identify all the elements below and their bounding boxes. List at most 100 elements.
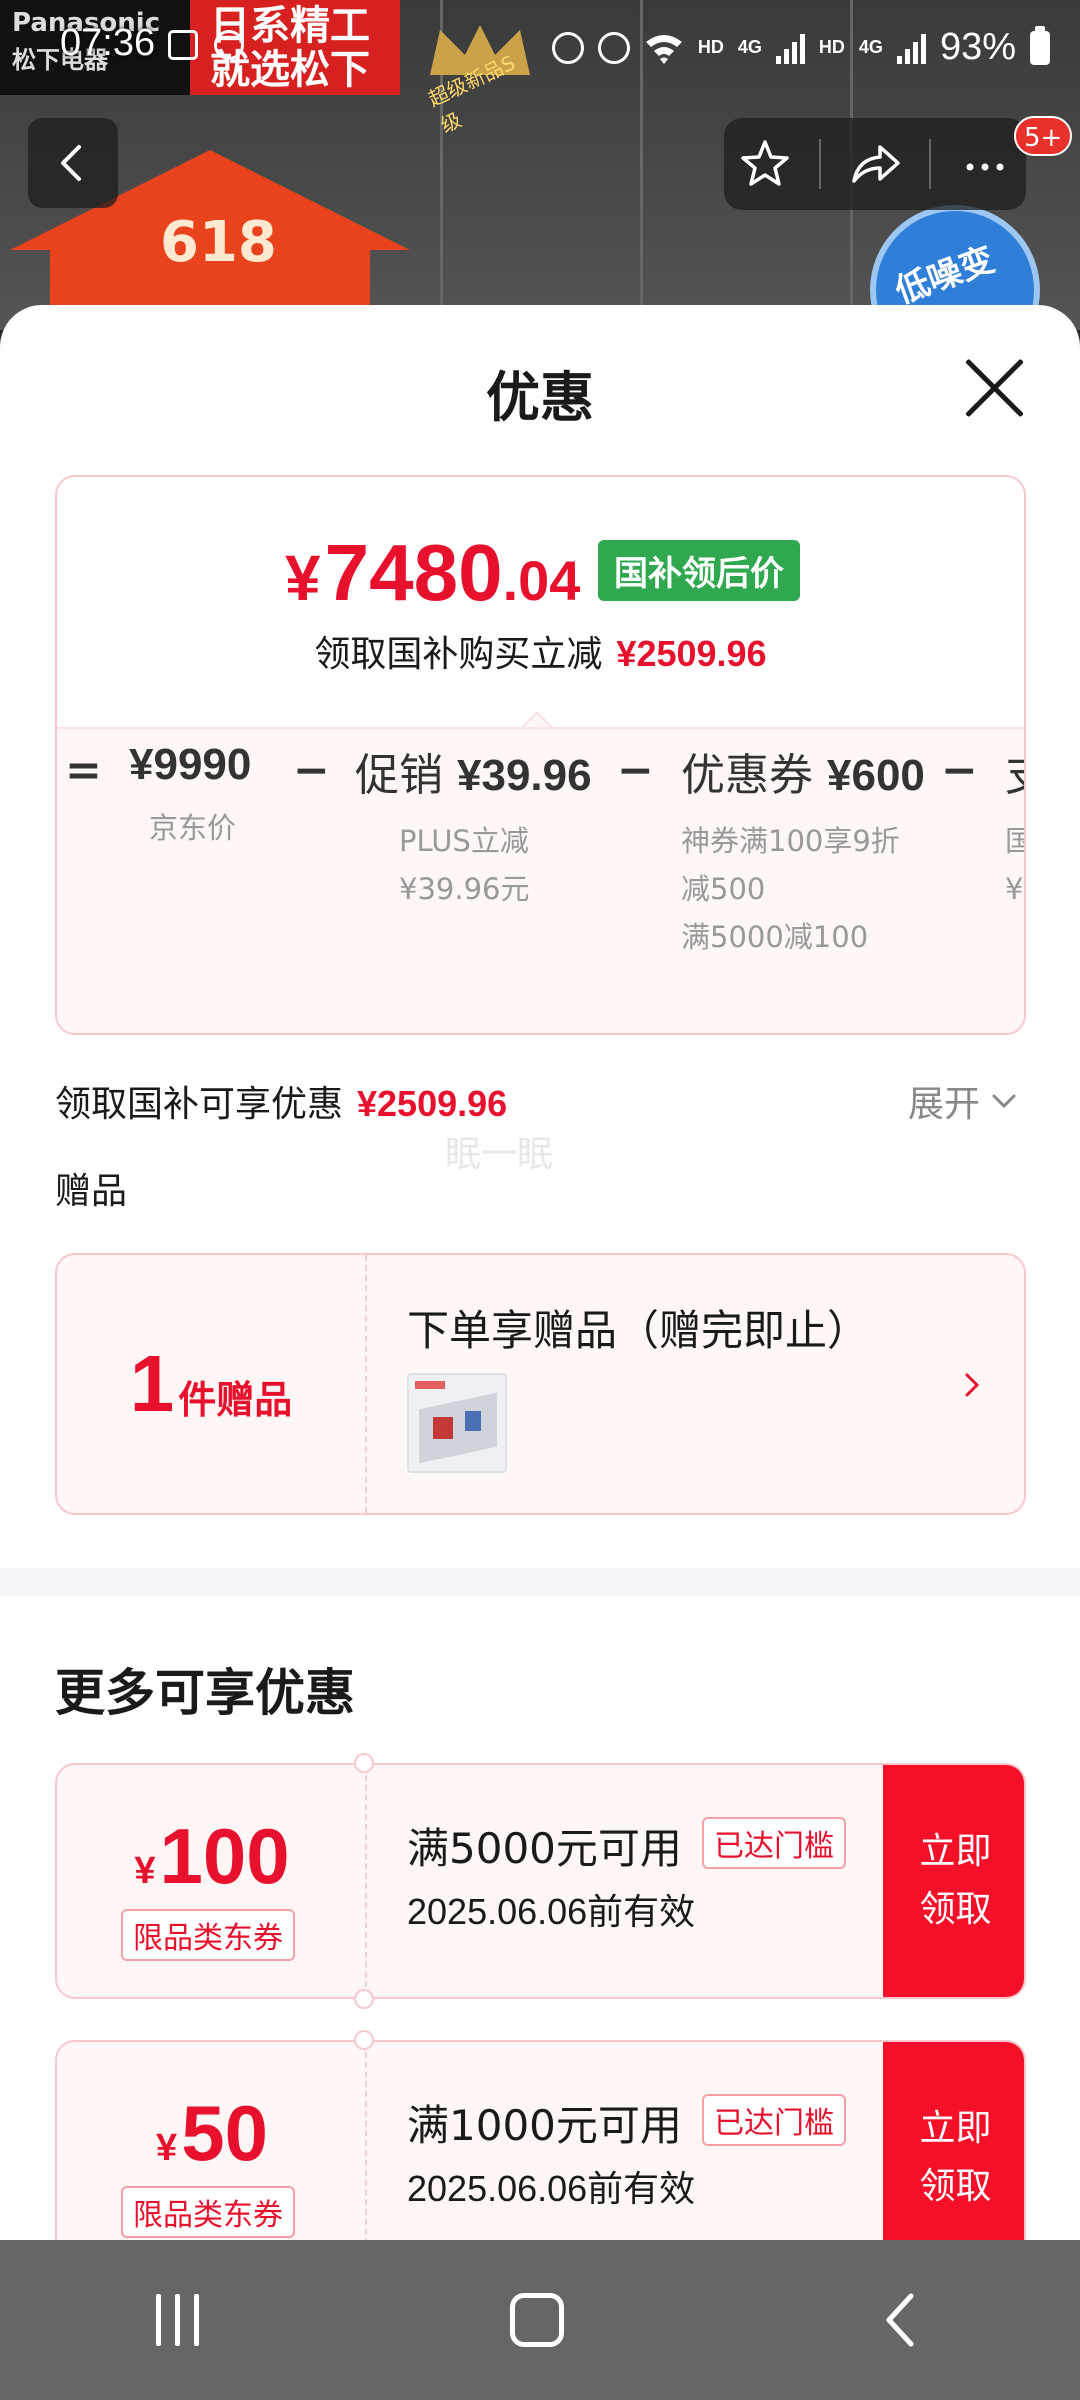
- divider: [929, 139, 932, 189]
- alarm-icon: [551, 31, 584, 64]
- coupon-notch: [354, 1989, 374, 2009]
- chevron-down-icon: [992, 1094, 1016, 1109]
- coupon-card: ¥50 限品类东券 满1000元可用 已达门槛 2025.06.06前有效 立即…: [55, 2040, 1026, 2240]
- section-divider: [0, 1568, 1080, 1596]
- subsidy-price-tag: 国补领后价: [598, 540, 800, 601]
- app-notification-icon: [214, 30, 244, 60]
- price-summary: ¥ 7480 .04 国补领后价 领取国补购买立减 ¥2509.96: [57, 477, 1024, 727]
- battery-icon: [1030, 25, 1050, 65]
- breakdown-desc: 国: [1005, 817, 1024, 865]
- breakdown-desc: 神券满100享9折: [681, 824, 900, 858]
- network-type: 4G: [737, 37, 762, 57]
- top-action-group: [724, 118, 1026, 210]
- breakdown-label: 促销: [355, 750, 443, 801]
- coupon-amount-value: 100: [159, 1812, 290, 1900]
- hd-indicator: HD: [818, 37, 845, 57]
- chevron-right-icon: [965, 1373, 980, 1397]
- breakdown-desc: 京东价: [149, 811, 237, 845]
- subsidy-amount: ¥2509.96: [616, 633, 767, 674]
- divider: [818, 139, 821, 189]
- notification-badge: 5+: [1014, 116, 1073, 156]
- claim-coupon-button[interactable]: 立即 领取: [883, 2042, 1024, 2240]
- coupon-card: ¥100 限品类东券 满5000元可用 已达门槛 2025.06.06前有效 立…: [55, 1763, 1026, 1999]
- coupon-validity: 2025.06.06前有效: [407, 2168, 696, 2209]
- gift-title: 下单享赠品（赠完即止）: [407, 1306, 870, 1355]
- subsidy-line: 领取国补购买立减 ¥2509.96: [57, 625, 1024, 677]
- operator-minus: −: [941, 745, 978, 796]
- gift-card[interactable]: 1 件赠品 下单享赠品（赠完即止）: [55, 1253, 1026, 1515]
- breakdown-label: 优惠券: [681, 750, 813, 801]
- breakdown-item: 优惠券 ¥600 神券满100享9折 减500 满5000减100: [681, 739, 925, 961]
- gallery-icon: [168, 30, 198, 60]
- back-arrow-icon: [61, 145, 81, 181]
- expand-label: 展开: [908, 1084, 981, 1125]
- recent-apps-icon[interactable]: [155, 2294, 199, 2346]
- price-card: ¥ 7480 .04 国补领后价 领取国补购买立减 ¥2509.96 = ¥999…: [55, 475, 1026, 1035]
- signal-icon: [775, 32, 805, 64]
- battery-percent: 93%: [939, 26, 1016, 68]
- coupon-amount-value: 50: [181, 2089, 268, 2177]
- breakdown-desc: ¥39.96元: [399, 872, 530, 906]
- claim-coupon-button[interactable]: 立即 领取: [883, 1765, 1024, 1997]
- coupon-type-tag: 限品类东券: [121, 2186, 295, 2238]
- subsidy-text: 领取国补购买立减: [314, 634, 603, 675]
- coupon-condition: 满5000元可用: [407, 1824, 682, 1873]
- share-icon[interactable]: [848, 137, 902, 191]
- discount-sheet: 优惠 ¥ 7480 .04 国补领后价 领取国补购买立减 ¥2509.96 = ¥…: [0, 305, 1080, 2240]
- operator-equals: =: [65, 745, 102, 796]
- coupon-currency: ¥: [156, 2127, 178, 2169]
- breakdown-desc: ¥: [1005, 872, 1024, 906]
- status-bar: 07:36 HD 4G HD 4G 93%: [0, 0, 1080, 95]
- gift-thumbnail: [407, 1373, 507, 1473]
- breakdown-value: ¥39.96: [457, 751, 592, 800]
- more-dots-icon[interactable]: [958, 137, 1012, 191]
- gifts-label: 赠品: [55, 1171, 128, 1212]
- claim-label-line-2: 领取: [919, 2166, 992, 2207]
- coupon-validity: 2025.06.06前有效: [407, 1891, 696, 1932]
- coupon-status-tag: 已达门槛: [702, 2094, 846, 2146]
- hd-indicator: HD: [697, 37, 724, 57]
- system-back-icon[interactable]: [875, 2290, 925, 2350]
- watermark-text: 眠一眠: [445, 1134, 554, 1175]
- star-icon[interactable]: [738, 137, 792, 191]
- clock-icon: [597, 31, 630, 64]
- final-price: ¥ 7480 .04: [285, 527, 580, 619]
- breakdown-desc: PLUS立减: [399, 824, 529, 858]
- price-currency: ¥: [285, 542, 321, 614]
- operator-minus: −: [293, 745, 330, 796]
- status-time: 07:36: [60, 22, 156, 64]
- system-nav-bar: [0, 2240, 1080, 2400]
- claim-label-line-2: 领取: [919, 1889, 992, 1930]
- breakdown-item: ¥9990 京东价: [129, 739, 251, 852]
- coupon-currency: ¥: [134, 1850, 156, 1892]
- coupon-notch: [354, 2030, 374, 2050]
- gift-count: 1 件赠品: [57, 1255, 367, 1513]
- coupon-type-tag: 限品类东券: [121, 1909, 295, 1961]
- coupon-notch: [354, 1753, 374, 1773]
- breakdown-value: ¥600: [827, 751, 925, 800]
- coupon-amount: ¥100: [57, 1811, 367, 1902]
- coupon-status-tag: 已达门槛: [702, 1817, 846, 1869]
- gift-count-number: 1: [129, 1339, 175, 1428]
- breakdown-desc: 减500: [681, 872, 766, 906]
- claim-label-line-1: 立即: [919, 2108, 992, 2149]
- more-offers-title: 更多可享优惠: [55, 1664, 355, 1722]
- breakdown-item: 支 国 ¥: [1005, 739, 1024, 913]
- back-button[interactable]: [28, 118, 118, 208]
- breakdown-label: 支: [1005, 750, 1024, 801]
- price-integer: 7480: [324, 528, 503, 617]
- home-icon[interactable]: [509, 2293, 564, 2347]
- benefit-text: 领取国补可享优惠: [55, 1084, 344, 1125]
- breakdown-desc: 满5000减100: [681, 920, 869, 954]
- gift-count-label: 件赠品: [178, 1377, 293, 1422]
- coupon-condition: 满1000元可用: [407, 2101, 682, 2150]
- coupon-amount: ¥50: [57, 2088, 367, 2179]
- close-icon[interactable]: [962, 355, 1028, 421]
- price-decimal: .04: [502, 549, 581, 612]
- operator-minus: −: [617, 745, 654, 796]
- breakdown-value: ¥9990: [129, 740, 252, 789]
- wifi-icon: [645, 34, 682, 64]
- expand-button[interactable]: 展开: [908, 1075, 1018, 1127]
- claim-label-line-1: 立即: [919, 1831, 992, 1872]
- sheet-title: 优惠: [486, 366, 594, 429]
